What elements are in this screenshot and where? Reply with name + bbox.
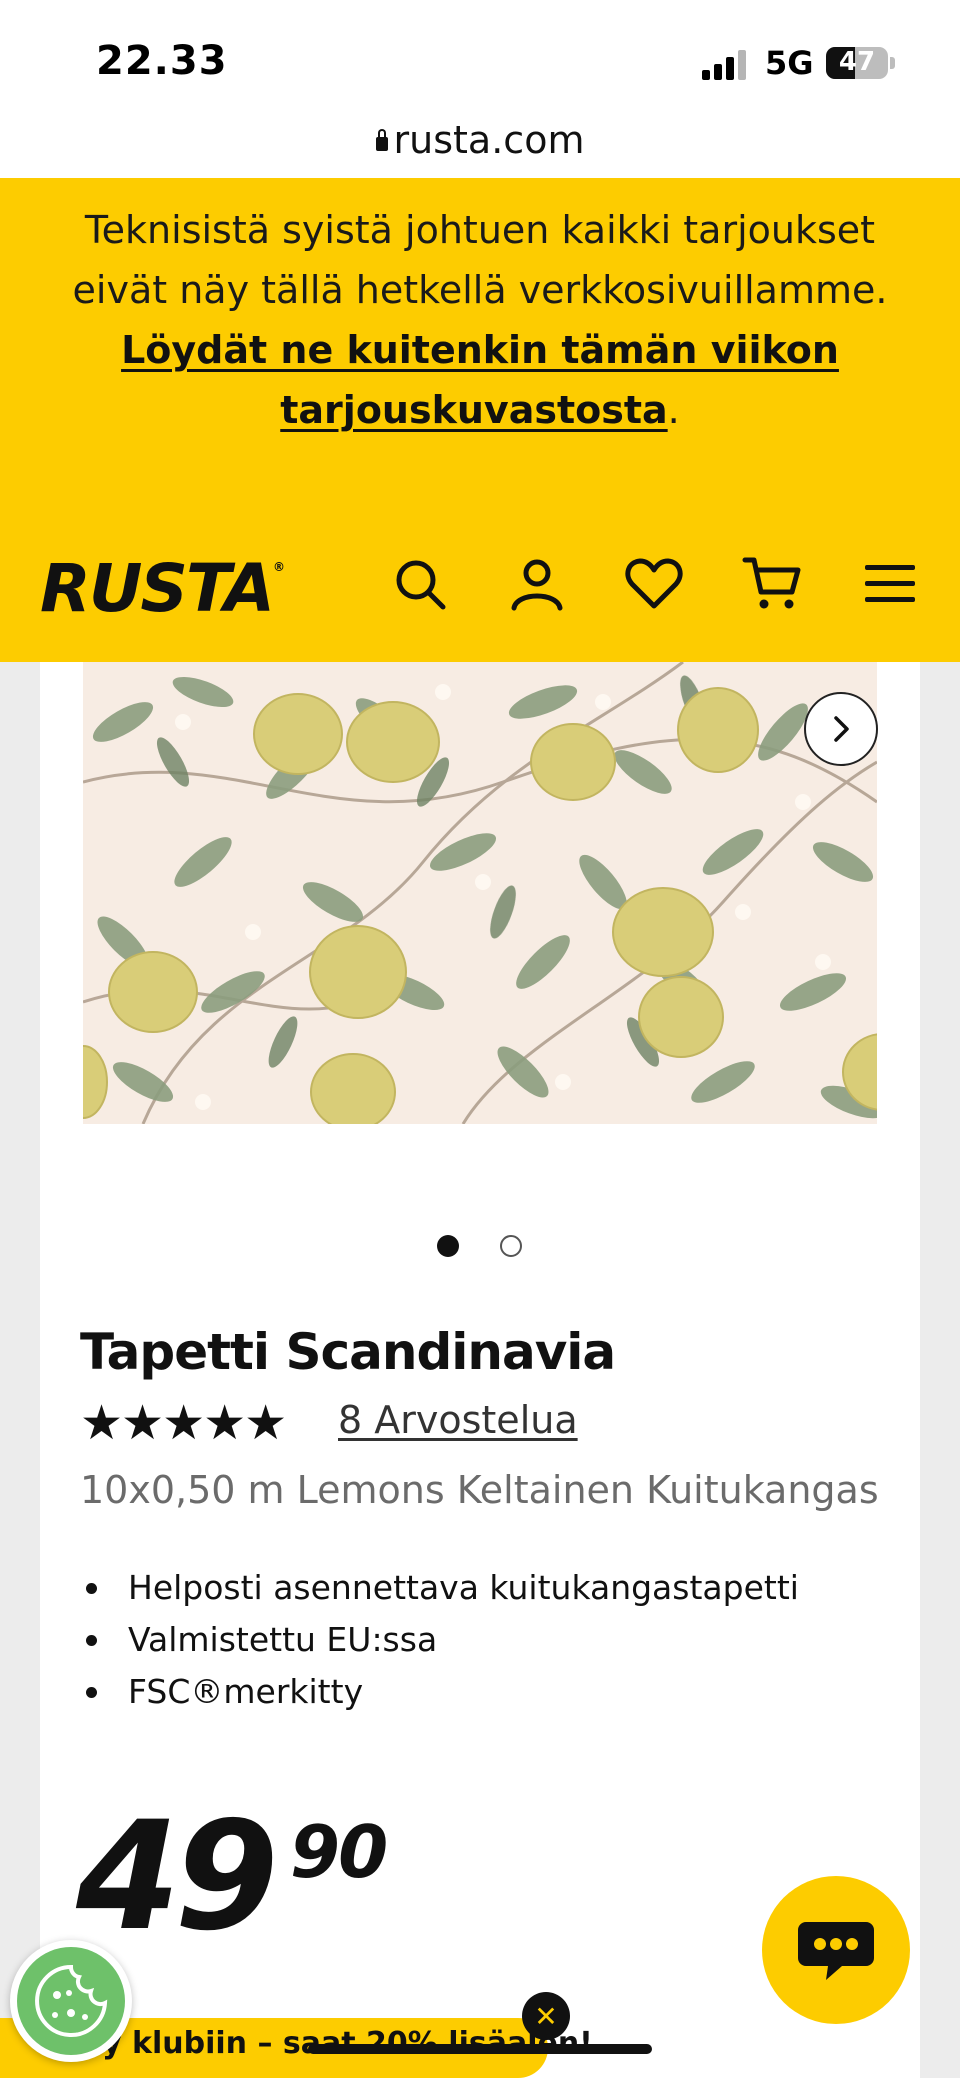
battery-percent: 47 [838, 47, 876, 77]
cart-button[interactable] [740, 552, 804, 616]
close-icon: ✕ [534, 1999, 558, 2033]
lemon-wallpaper-image [83, 662, 877, 1124]
feature-item: FSC®merkitty [80, 1666, 799, 1718]
network-label: 5G [765, 44, 814, 82]
menu-icon [865, 565, 915, 602]
catalog-link[interactable]: Löydät ne kuitenkin tämän viikon tarjous… [121, 328, 839, 432]
close-promo-button[interactable]: ✕ [522, 1992, 570, 2040]
account-button[interactable] [505, 552, 569, 616]
gallery-next-button[interactable] [804, 692, 878, 766]
lock-icon [375, 129, 388, 151]
notice-suffix: . [667, 388, 680, 432]
gallery-dot-1[interactable] [437, 1235, 459, 1257]
logo-text: RUSTA [40, 550, 275, 627]
heart-icon [625, 558, 683, 609]
url-bar[interactable]: rusta.com [0, 110, 960, 178]
rating-stars: ★★★★★ [80, 1395, 287, 1451]
price-cents: 90 [290, 1810, 388, 1894]
url-text: rusta.com [393, 118, 585, 162]
menu-button[interactable] [858, 552, 922, 616]
cart-icon [742, 557, 801, 609]
product-title: Tapetti Scandinavia [80, 1323, 616, 1381]
notice-text: Teknisistä syistä johtuen kaikki tarjouk… [72, 208, 888, 312]
gallery-dot-2[interactable] [500, 1235, 522, 1257]
product-subtitle: 10x0,50 m Lemons Keltainen Kuitukangas [80, 1468, 879, 1512]
cookie-icon [35, 1964, 108, 2037]
rusta-logo[interactable]: RUSTA® [40, 550, 285, 627]
battery-tip [890, 57, 895, 69]
account-icon [511, 559, 563, 611]
feature-item: Valmistettu EU:ssa [80, 1614, 799, 1666]
search-icon [396, 560, 446, 610]
status-time: 22.33 [96, 38, 228, 84]
chat-button[interactable] [762, 1876, 910, 2024]
reviews-link[interactable]: 8 Arvostelua [338, 1398, 578, 1442]
notice-banner: Teknisistä syistä johtuen kaikki tarjouk… [40, 200, 920, 440]
favorites-button[interactable] [622, 552, 686, 616]
cookie-settings-button[interactable] [10, 1940, 132, 2062]
battery-icon: 47 [826, 47, 888, 79]
search-button[interactable] [388, 552, 452, 616]
home-indicator [308, 2044, 652, 2054]
price-euros: 49 [76, 1790, 279, 1964]
chevron-right-icon [834, 716, 849, 742]
signal-icon [702, 50, 746, 80]
feature-list: Helposti asennettava kuitukangastapetti … [80, 1562, 799, 1718]
chat-bubble-icon [798, 1922, 874, 1980]
product-image[interactable] [83, 662, 877, 1124]
feature-item: Helposti asennettava kuitukangastapetti [80, 1562, 799, 1614]
